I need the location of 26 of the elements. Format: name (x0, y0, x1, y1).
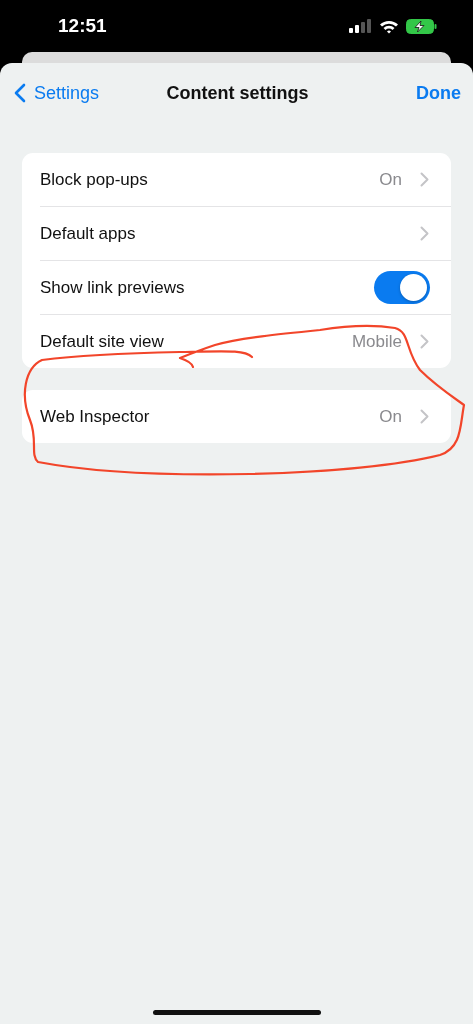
settings-row[interactable]: Default apps (22, 207, 451, 260)
toggle-switch[interactable] (374, 271, 430, 304)
settings-row[interactable]: Default site view Mobile (22, 315, 451, 368)
done-button[interactable]: Done (416, 82, 461, 104)
sheet-title: Content settings (166, 82, 309, 104)
settings-row[interactable]: Web Inspector On (22, 390, 451, 443)
row-value: On (379, 406, 402, 427)
row-label: Block pop-ups (40, 169, 148, 190)
battery-charging-icon (406, 18, 437, 34)
chevron-right-icon (420, 409, 429, 424)
settings-row[interactable]: Block pop-ups On (22, 153, 451, 206)
row-label: Default apps (40, 223, 136, 244)
row-label: Show link previews (40, 277, 185, 298)
chevron-left-icon (14, 83, 26, 103)
status-time: 12:51 (58, 15, 107, 37)
row-value: On (379, 169, 402, 190)
settings-row[interactable]: Show link previews (22, 261, 451, 314)
signal-icon (349, 19, 372, 33)
chevron-right-icon (420, 226, 429, 241)
chevron-right-icon (420, 334, 429, 349)
row-label: Web Inspector (40, 406, 150, 427)
wifi-icon (379, 18, 399, 34)
row-label: Default site view (40, 331, 164, 352)
back-button[interactable]: Settings (14, 82, 100, 104)
chevron-right-icon (420, 172, 429, 187)
row-value: Mobile (351, 331, 402, 352)
